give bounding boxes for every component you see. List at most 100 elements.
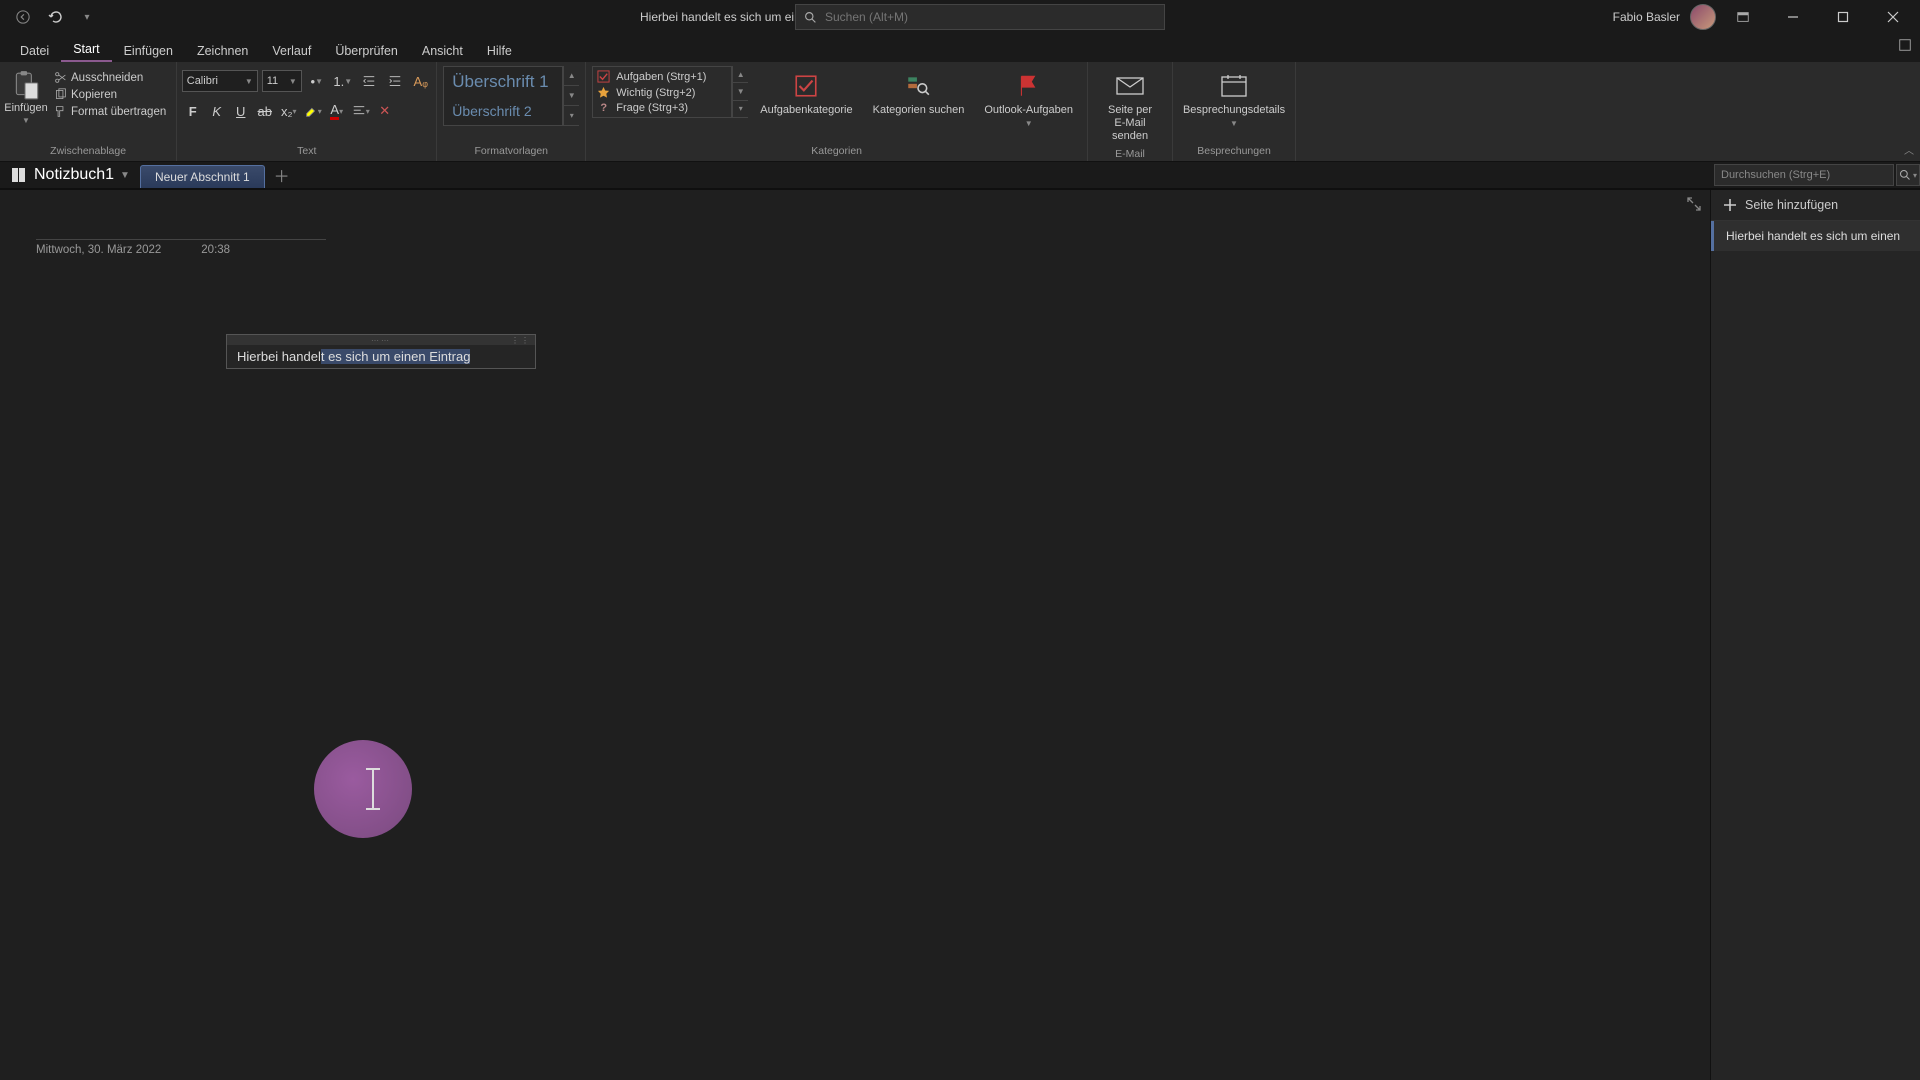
note-text[interactable]: Hierbei handelt es sich um einen Eintrag	[227, 345, 535, 368]
tab-ansicht[interactable]: Ansicht	[410, 40, 475, 62]
collapse-ribbon-button[interactable]: ︿	[1904, 142, 1914, 157]
font-color-button[interactable]: A▾	[326, 100, 348, 122]
numbering-button[interactable]: 1. ▼	[332, 70, 354, 92]
cut-button[interactable]: Ausschneiden	[50, 70, 170, 85]
group-tags: Aufgaben (Strg+1) Wichtig (Strg+2) ?Frag…	[586, 62, 1088, 161]
search-pages-button[interactable]: ▾	[1896, 164, 1920, 186]
underline-button[interactable]: U	[230, 100, 252, 122]
checkbox-icon	[597, 70, 610, 83]
user-name-label[interactable]: Fabio Basler	[1613, 10, 1680, 24]
styles-expand[interactable]: ▾	[564, 106, 579, 126]
cut-label: Ausschneiden	[71, 72, 143, 84]
font-family-select[interactable]: Calibri▼	[182, 70, 258, 92]
note-text-unselected: Hierbei handel	[237, 349, 321, 364]
tag-important[interactable]: Wichtig (Strg+2)	[595, 85, 729, 100]
paste-button[interactable]: Einfügen ▼	[6, 66, 46, 125]
increase-indent-button[interactable]	[384, 70, 406, 92]
note-container[interactable]: ⋯⋯ Hierbei handelt es sich um einen Eint…	[226, 334, 536, 369]
page-list-item[interactable]: Hierbei handelt es sich um einen	[1711, 221, 1920, 251]
page-title-input[interactable]	[36, 214, 326, 240]
style-heading1[interactable]: Überschrift 1	[444, 67, 562, 96]
italic-button[interactable]: K	[206, 100, 228, 122]
style-heading2[interactable]: Überschrift 2	[444, 96, 562, 125]
ribbon-tab-strip: Datei Start Einfügen Zeichnen Verlauf Üb…	[0, 34, 1920, 62]
tab-start[interactable]: Start	[61, 38, 111, 62]
search-icon	[1899, 169, 1911, 181]
group-clipboard: Einfügen ▼ Ausschneiden Kopieren Format …	[0, 62, 177, 161]
tab-einfuegen[interactable]: Einfügen	[112, 40, 185, 62]
tab-hilfe[interactable]: Hilfe	[475, 40, 524, 62]
back-button[interactable]	[10, 4, 36, 30]
add-page-button[interactable]: Seite hinzufügen	[1711, 190, 1920, 221]
task-category-button[interactable]: Aufgabenkategorie	[752, 66, 860, 121]
font-size-select[interactable]: 11▼	[262, 70, 302, 92]
styles-gallery[interactable]: Überschrift 1 Überschrift 2	[443, 66, 563, 126]
styles-scroll-up[interactable]: ▲	[564, 66, 579, 86]
text-cursor-icon	[363, 768, 383, 810]
subscript-button[interactable]: x₂▾	[278, 100, 300, 122]
tag-question[interactable]: ?Frage (Strg+3)	[595, 101, 729, 115]
search-tags-icon	[905, 73, 931, 99]
tab-ueberpruefen[interactable]: Überprüfen	[323, 40, 410, 62]
decrease-indent-button[interactable]	[358, 70, 380, 92]
align-button[interactable]: ▾	[350, 100, 372, 122]
outlook-tasks-button[interactable]: Outlook-Aufgaben▼	[976, 66, 1081, 133]
styles-scroll-down[interactable]: ▼	[564, 86, 579, 106]
section-tab[interactable]: Neuer Abschnitt 1	[140, 165, 265, 188]
page-date-row: Mittwoch, 30. März 2022 20:38	[36, 244, 1674, 256]
meeting-details-button[interactable]: Besprechungsdetails▼	[1179, 66, 1289, 133]
notebook-selector[interactable]: Notizbuch1 ▼	[0, 162, 140, 188]
tag-todo-label: Aufgaben (Strg+1)	[616, 71, 706, 83]
fullscreen-icon[interactable]	[1898, 38, 1912, 52]
global-search-input[interactable]	[825, 10, 1156, 24]
notebook-icon	[10, 166, 28, 184]
flag-icon	[1016, 73, 1042, 99]
page-date: Mittwoch, 30. März 2022	[36, 244, 161, 256]
maximize-button[interactable]	[1820, 0, 1866, 34]
highlight-button[interactable]: ▾	[302, 100, 324, 122]
expand-page-button[interactable]	[1686, 196, 1702, 212]
chevron-down-icon: ▼	[120, 170, 130, 181]
star-icon	[597, 86, 610, 99]
close-button[interactable]	[1870, 0, 1916, 34]
email-page-button[interactable]: Seite per E-Mail senden	[1094, 66, 1166, 148]
group-font: Calibri▼ 11▼ • ▼ 1. ▼ Aᵩ F K U ab x₂▾ ▾ …	[177, 62, 437, 161]
tab-datei[interactable]: Datei	[8, 40, 61, 62]
tab-zeichnen[interactable]: Zeichnen	[185, 40, 260, 62]
find-tags-button[interactable]: Kategorien suchen	[865, 66, 973, 121]
tags-scroll-down[interactable]: ▼	[733, 83, 748, 100]
page-time: 20:38	[201, 244, 230, 256]
user-avatar[interactable]	[1690, 4, 1716, 30]
email-group-label: E-Mail	[1115, 148, 1145, 162]
minimize-button[interactable]	[1770, 0, 1816, 34]
global-search[interactable]	[795, 4, 1165, 30]
envelope-icon	[1115, 74, 1145, 98]
search-icon	[804, 11, 817, 24]
add-section-button[interactable]: ＋	[269, 162, 295, 188]
delete-button[interactable]: ✕	[374, 100, 396, 122]
tags-scroll-up[interactable]: ▲	[733, 66, 748, 83]
main-area: Mittwoch, 30. März 2022 20:38 ⋯⋯ Hierbei…	[0, 190, 1920, 1080]
page-canvas[interactable]: Mittwoch, 30. März 2022 20:38 ⋯⋯ Hierbei…	[0, 190, 1710, 1080]
format-painter-button[interactable]: Format übertragen	[50, 104, 170, 119]
bold-button[interactable]: F	[182, 100, 204, 122]
notebook-bar: Notizbuch1 ▼ Neuer Abschnitt 1 ＋ Durchsu…	[0, 162, 1920, 190]
page-list-item-label: Hierbei handelt es sich um einen	[1726, 229, 1900, 243]
note-move-handle[interactable]: ⋯⋯	[227, 335, 535, 345]
brush-icon	[54, 105, 67, 118]
strikethrough-button[interactable]: ab	[254, 100, 276, 122]
clear-formatting-button[interactable]: Aᵩ	[410, 70, 432, 92]
add-page-label: Seite hinzufügen	[1745, 198, 1838, 212]
ribbon-display-options[interactable]	[1720, 0, 1766, 34]
tags-expand[interactable]: ▾	[733, 101, 748, 118]
clipboard-group-label: Zwischenablage	[50, 145, 126, 159]
page-list-panel: Seite hinzufügen Hierbei handelt es sich…	[1710, 190, 1920, 1080]
bullets-button[interactable]: • ▼	[306, 70, 328, 92]
qat-customize[interactable]: ▾	[74, 4, 100, 30]
tag-todo[interactable]: Aufgaben (Strg+1)	[595, 69, 729, 84]
undo-button[interactable]	[42, 4, 68, 30]
calendar-icon	[1219, 73, 1249, 99]
search-pages-input[interactable]: Durchsuchen (Strg+E)	[1714, 164, 1894, 186]
copy-button[interactable]: Kopieren	[50, 87, 170, 102]
tab-verlauf[interactable]: Verlauf	[260, 40, 323, 62]
